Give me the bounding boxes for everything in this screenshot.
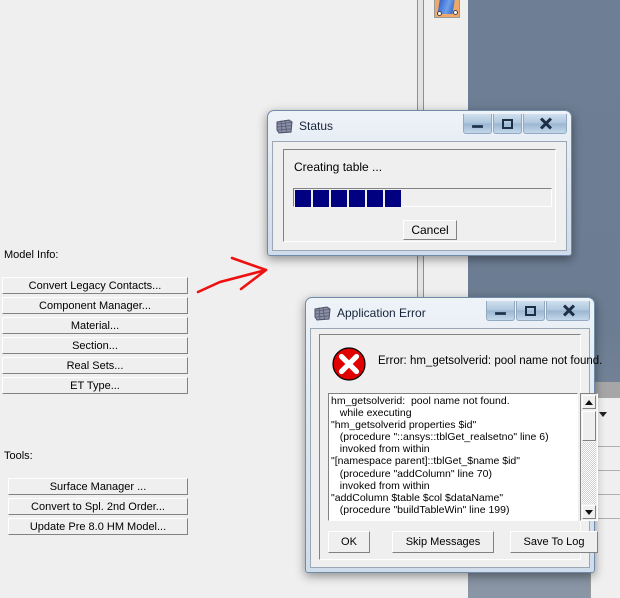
close-icon[interactable] <box>523 114 567 134</box>
error-window-controls[interactable] <box>486 301 590 321</box>
progress-bar-fill <box>295 190 401 207</box>
status-dialog[interactable]: Status Creating table ... Cancel <box>267 110 572 256</box>
status-inner-frame: Creating table ... Cancel <box>283 149 556 242</box>
status-window-controls[interactable] <box>463 114 567 134</box>
button-component-manager[interactable]: Component Manager... <box>2 297 188 314</box>
error-circle-x-icon <box>332 347 366 381</box>
button-convert-to-spl-2nd-order[interactable]: Convert to Spl. 2nd Order... <box>8 498 188 515</box>
node-handle <box>453 10 458 15</box>
scrollbar-track[interactable] <box>582 442 596 504</box>
button-et-type[interactable]: ET Type... <box>2 377 188 394</box>
node-handle <box>437 11 442 16</box>
status-dialog-body: Creating table ... Cancel <box>272 141 567 251</box>
error-trace-text: hm_getsolverid: pool name not found. whi… <box>331 395 549 516</box>
tools-section-label: Tools: <box>4 450 33 462</box>
error-dialog-buttons: OK Skip Messages Save To Log <box>328 531 598 553</box>
chevron-down-icon[interactable] <box>599 412 607 417</box>
status-dialog-titlebar[interactable]: Status <box>271 114 568 141</box>
surface-mesh-icon[interactable] <box>434 0 460 18</box>
error-dialog-title: Application Error <box>337 306 426 320</box>
error-trace-scrollbar[interactable] <box>580 393 598 521</box>
mesh-icon <box>276 119 293 134</box>
error-trace-textbox[interactable]: hm_getsolverid: pool name not found. whi… <box>328 393 578 521</box>
error-dialog-body: Error: hm_getsolverid: pool name not fou… <box>310 328 602 568</box>
button-convert-legacy-contacts[interactable]: Convert Legacy Contacts... <box>2 277 188 294</box>
save-to-log-button[interactable]: Save To Log <box>510 531 598 553</box>
ok-button[interactable]: OK <box>328 531 370 553</box>
button-update-pre-80-hm-model[interactable]: Update Pre 8.0 HM Model... <box>8 518 188 535</box>
error-headline-text: Error: hm_getsolverid: pool name not fou… <box>378 355 603 367</box>
cancel-button[interactable]: Cancel <box>403 220 457 240</box>
status-message-text: Creating table ... <box>294 160 383 174</box>
maximize-icon[interactable] <box>493 114 522 134</box>
error-inner-frame: Error: hm_getsolverid: pool name not fou… <box>319 334 602 560</box>
error-dialog-titlebar[interactable]: Application Error <box>309 301 591 328</box>
close-icon[interactable] <box>546 301 590 321</box>
button-section[interactable]: Section... <box>2 337 188 354</box>
minimize-icon[interactable] <box>486 301 515 321</box>
model-info-section-label: Model Info: <box>4 249 59 261</box>
mesh-icon <box>314 306 331 321</box>
button-surface-manager[interactable]: Surface Manager ... <box>8 478 188 495</box>
button-material[interactable]: Material... <box>2 317 188 334</box>
minimize-icon[interactable] <box>463 114 492 134</box>
skip-messages-button[interactable]: Skip Messages <box>392 531 494 553</box>
scrollbar-thumb[interactable] <box>582 411 596 441</box>
status-dialog-title: Status <box>299 119 334 133</box>
progress-bar <box>293 188 552 207</box>
button-real-sets[interactable]: Real Sets... <box>2 357 188 374</box>
application-error-dialog[interactable]: Application Error Error: hm_getsolverid:… <box>305 297 602 573</box>
maximize-icon[interactable] <box>516 301 545 321</box>
scroll-up-icon[interactable] <box>582 395 596 409</box>
error-header: Error: hm_getsolverid: pool name not fou… <box>320 341 602 389</box>
scroll-down-icon[interactable] <box>582 505 596 519</box>
